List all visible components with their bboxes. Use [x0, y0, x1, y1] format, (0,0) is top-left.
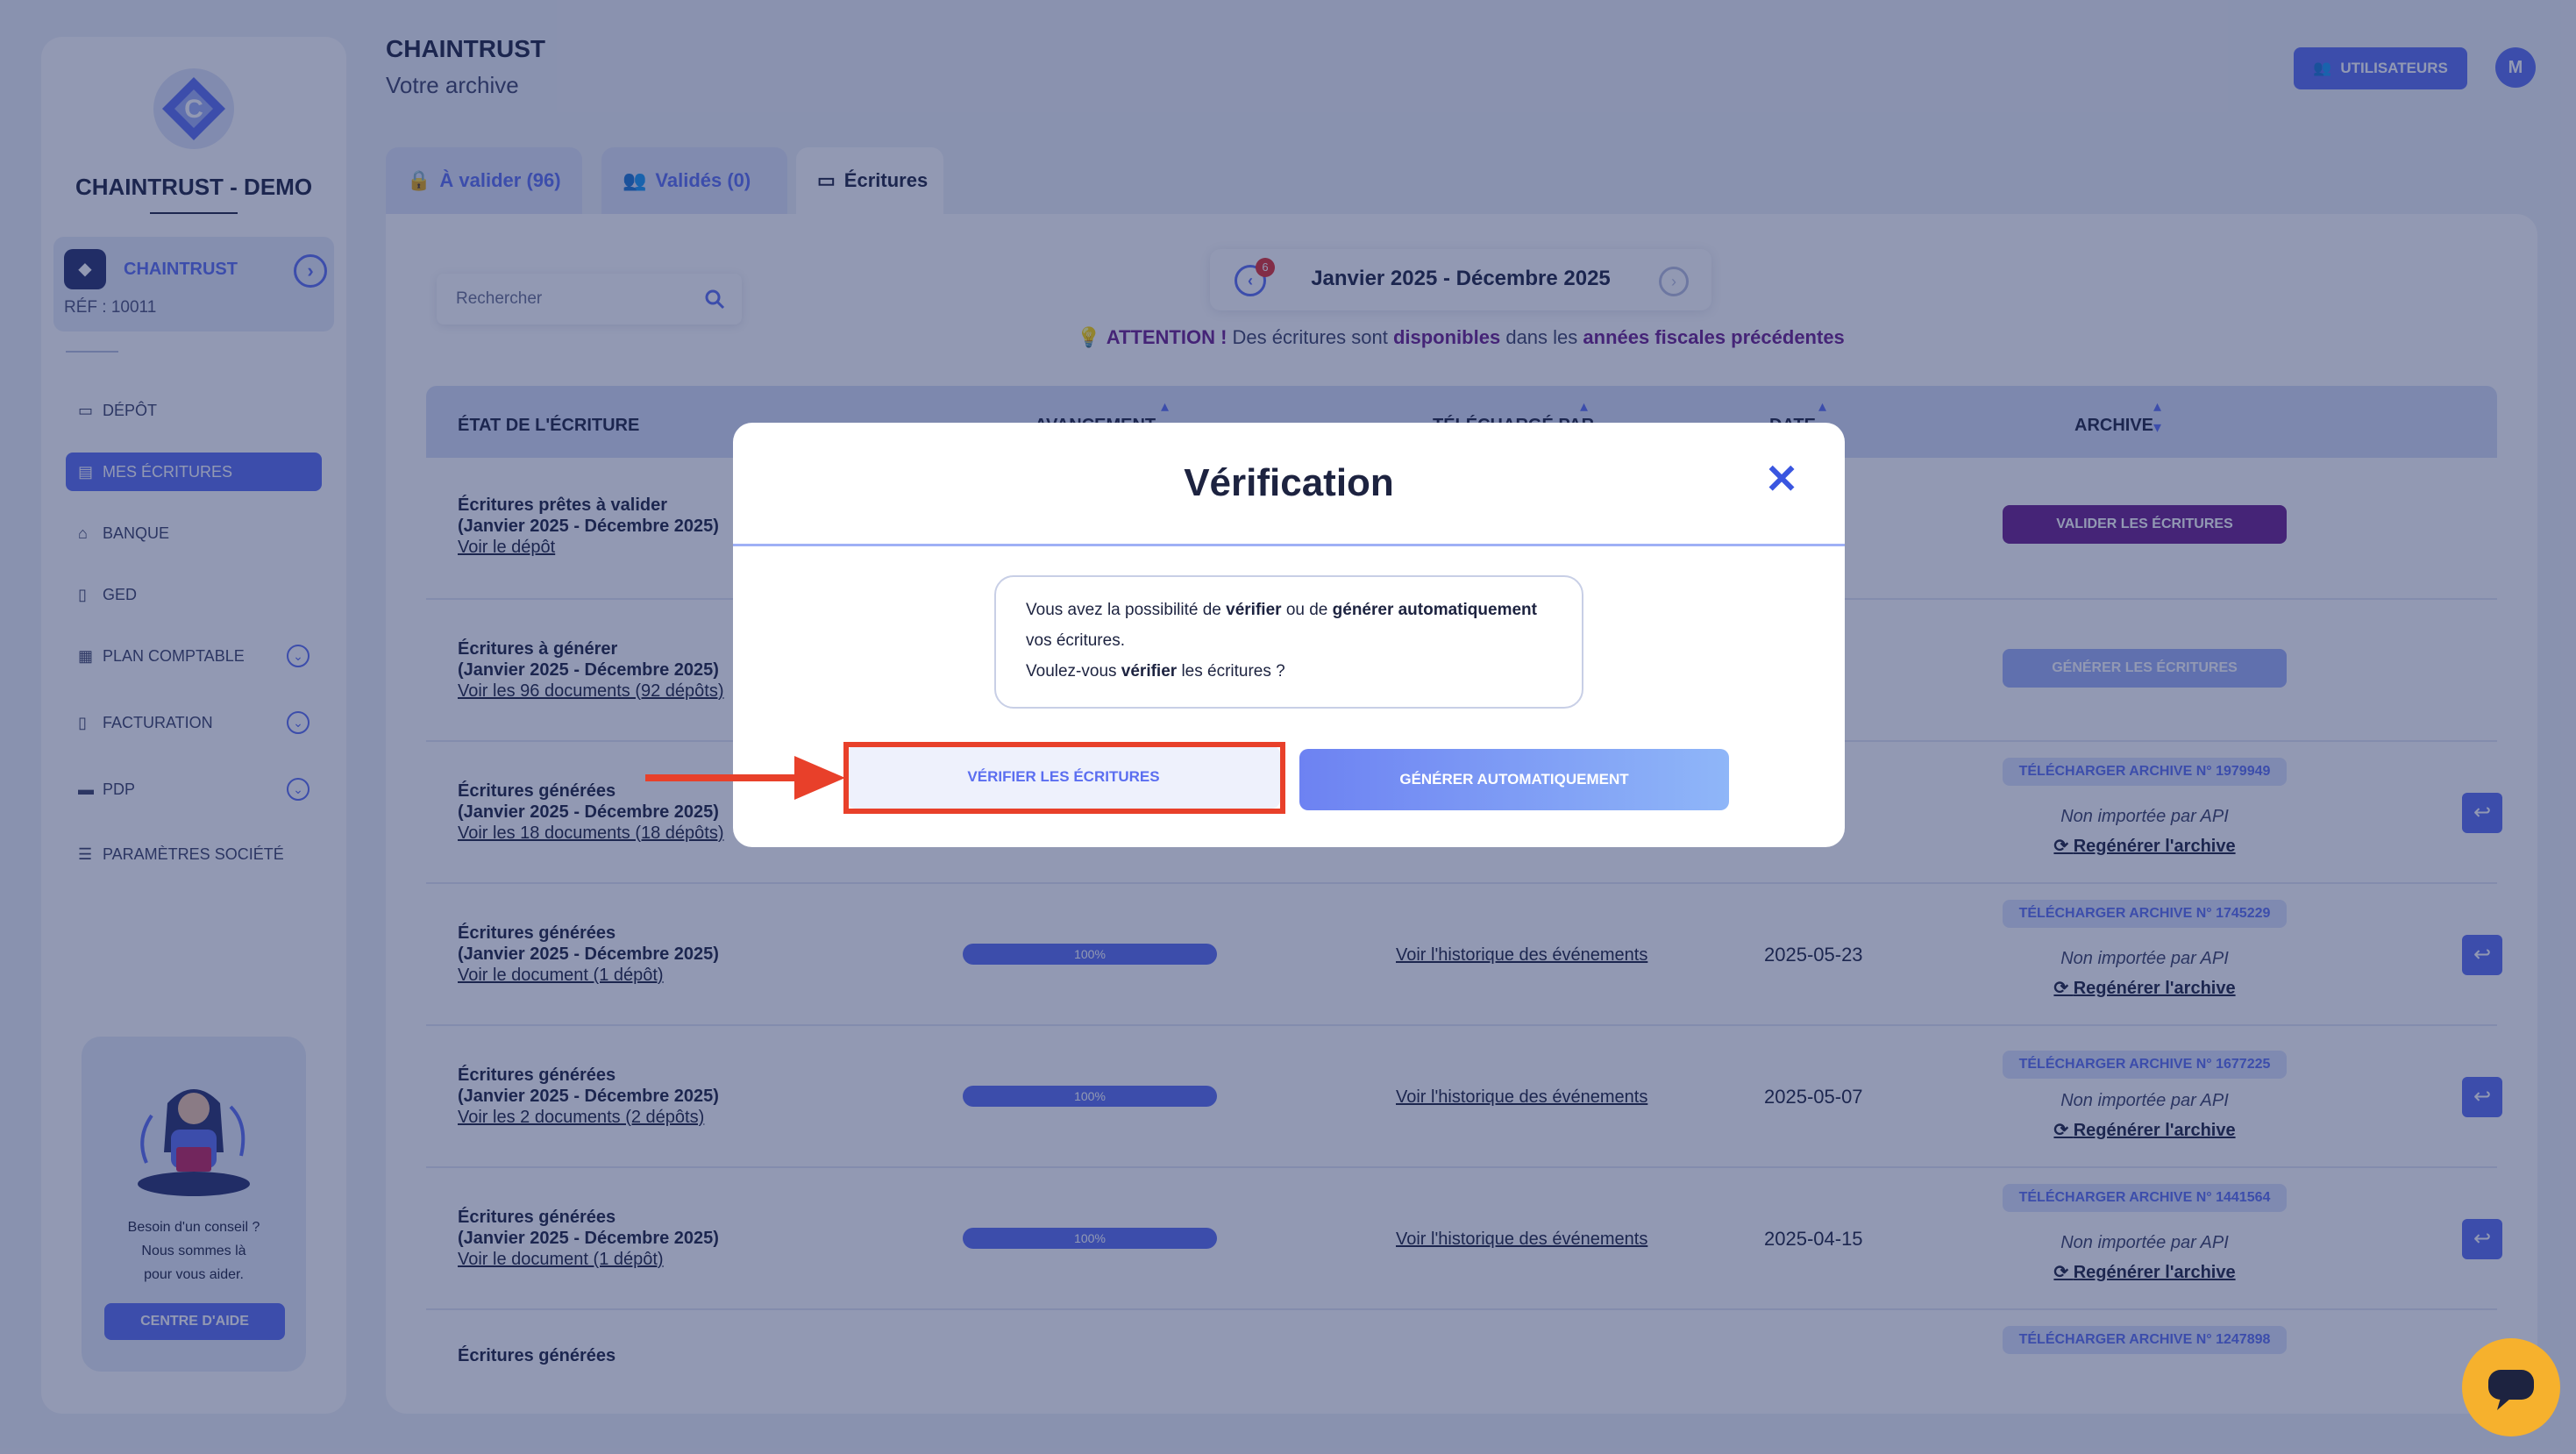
- modal-message: Vous avez la possibilité de vérifier ou …: [994, 575, 1583, 709]
- msg-text: les écritures ?: [1181, 662, 1285, 681]
- msg-text: Voulez-vous: [1026, 662, 1117, 681]
- msg-strong: vérifier: [1121, 662, 1178, 681]
- msg-text: vos écritures.: [1026, 631, 1125, 650]
- close-icon[interactable]: ✕: [1764, 459, 1799, 499]
- msg-strong: générer automatiquement: [1332, 601, 1537, 619]
- msg-text: Vous avez la possibilité de: [1026, 601, 1221, 619]
- msg-text: ou de: [1285, 601, 1328, 619]
- modal-divider: [733, 544, 1845, 546]
- modal-title: Vérification: [1184, 461, 1394, 504]
- msg-strong: vérifier: [1226, 601, 1282, 619]
- auto-generate-button[interactable]: GÉNÉRER AUTOMATIQUEMENT: [1299, 749, 1729, 810]
- chat-icon: [2488, 1370, 2534, 1410]
- highlight-box: [843, 742, 1285, 814]
- arrow-right-icon: [645, 756, 845, 800]
- chat-button[interactable]: [2462, 1338, 2560, 1436]
